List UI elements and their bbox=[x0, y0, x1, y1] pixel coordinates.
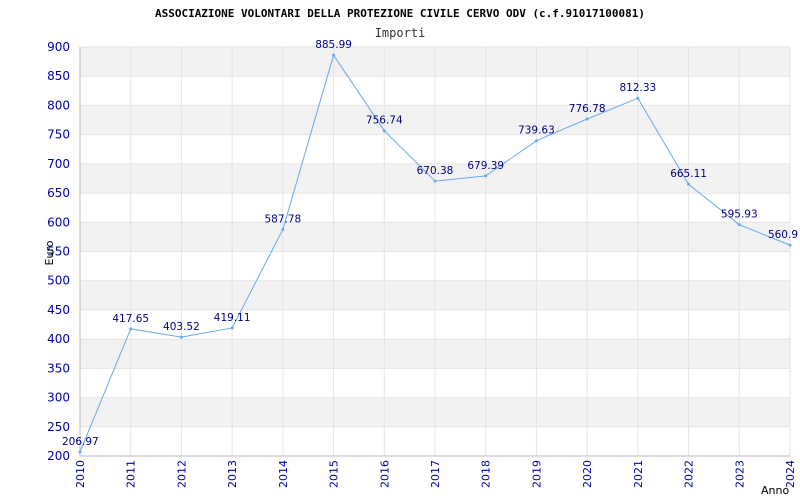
y-tick-label: 750 bbox=[47, 128, 70, 142]
x-tick-label: 2015 bbox=[328, 460, 341, 488]
y-tick-label: 350 bbox=[47, 361, 70, 375]
y-tick-label: 450 bbox=[47, 303, 70, 317]
x-tick-label: 2013 bbox=[226, 460, 239, 488]
data-point bbox=[382, 129, 386, 133]
data-point bbox=[179, 335, 183, 339]
data-point bbox=[687, 182, 691, 186]
x-tick-label: 2020 bbox=[581, 460, 594, 488]
data-label: 560.9 bbox=[768, 229, 798, 241]
data-point bbox=[332, 53, 336, 57]
data-label: 679.39 bbox=[467, 160, 504, 172]
data-point bbox=[433, 179, 437, 183]
data-label: 776.78 bbox=[569, 103, 606, 115]
data-label: 587.78 bbox=[264, 213, 301, 225]
x-tick-label: 2017 bbox=[429, 460, 442, 488]
x-tick-label: 2012 bbox=[175, 460, 188, 488]
x-tick-label: 2011 bbox=[125, 460, 138, 488]
y-tick-label: 300 bbox=[47, 391, 70, 405]
data-point bbox=[585, 117, 589, 121]
x-tick-label: 2021 bbox=[632, 460, 645, 488]
data-point bbox=[230, 326, 234, 330]
data-point bbox=[484, 174, 488, 178]
data-label: 417.65 bbox=[112, 313, 149, 325]
x-tick-label: 2023 bbox=[733, 460, 746, 488]
y-tick-label: 250 bbox=[47, 420, 70, 434]
y-tick-label: 900 bbox=[47, 40, 70, 54]
data-point bbox=[534, 139, 538, 143]
x-tick-label: 2022 bbox=[683, 460, 696, 488]
data-point bbox=[737, 223, 741, 227]
data-label: 739.63 bbox=[518, 125, 555, 137]
data-label: 403.52 bbox=[163, 321, 200, 333]
data-label: 206.97 bbox=[62, 436, 99, 448]
data-label: 885.99 bbox=[315, 39, 352, 51]
data-point bbox=[636, 96, 640, 100]
data-label: 595.93 bbox=[721, 209, 758, 221]
chart-title: ASSOCIAZIONE VOLONTARI DELLA PROTEZIONE … bbox=[155, 7, 645, 20]
x-tick-label: 2016 bbox=[378, 460, 391, 488]
line-chart: 2002503003504004505005506006507007508008… bbox=[43, 7, 798, 497]
y-tick-label: 700 bbox=[47, 157, 70, 171]
data-label: 812.33 bbox=[619, 82, 656, 94]
y-tick-label: 200 bbox=[47, 449, 70, 463]
x-tick-label: 2014 bbox=[277, 460, 290, 488]
x-axis-ticks: 2010 2011 2012 2013 2014 2015 2016 2017 2018 2019… bbox=[74, 460, 797, 488]
x-tick-label: 2019 bbox=[530, 460, 543, 488]
x-tick-label: 2010 bbox=[74, 460, 87, 488]
data-label: 756.74 bbox=[366, 115, 403, 127]
data-label: 419.11 bbox=[214, 312, 251, 324]
y-tick-label: 850 bbox=[47, 69, 70, 83]
x-tick-label: 2018 bbox=[480, 460, 493, 488]
data-label: 670.38 bbox=[417, 165, 454, 177]
data-point bbox=[78, 450, 82, 454]
data-point bbox=[129, 327, 133, 331]
y-tick-label: 800 bbox=[47, 98, 70, 112]
data-point bbox=[281, 227, 285, 231]
x-axis-label: Anno bbox=[761, 484, 789, 497]
chart-subtitle: Importi bbox=[375, 26, 426, 40]
data-label: 665.11 bbox=[670, 168, 707, 180]
y-axis-label: Euro bbox=[43, 240, 56, 265]
y-tick-label: 600 bbox=[47, 215, 70, 229]
y-tick-label: 500 bbox=[47, 274, 70, 288]
data-point bbox=[788, 243, 792, 247]
y-tick-label: 400 bbox=[47, 332, 70, 346]
y-tick-label: 650 bbox=[47, 186, 70, 200]
